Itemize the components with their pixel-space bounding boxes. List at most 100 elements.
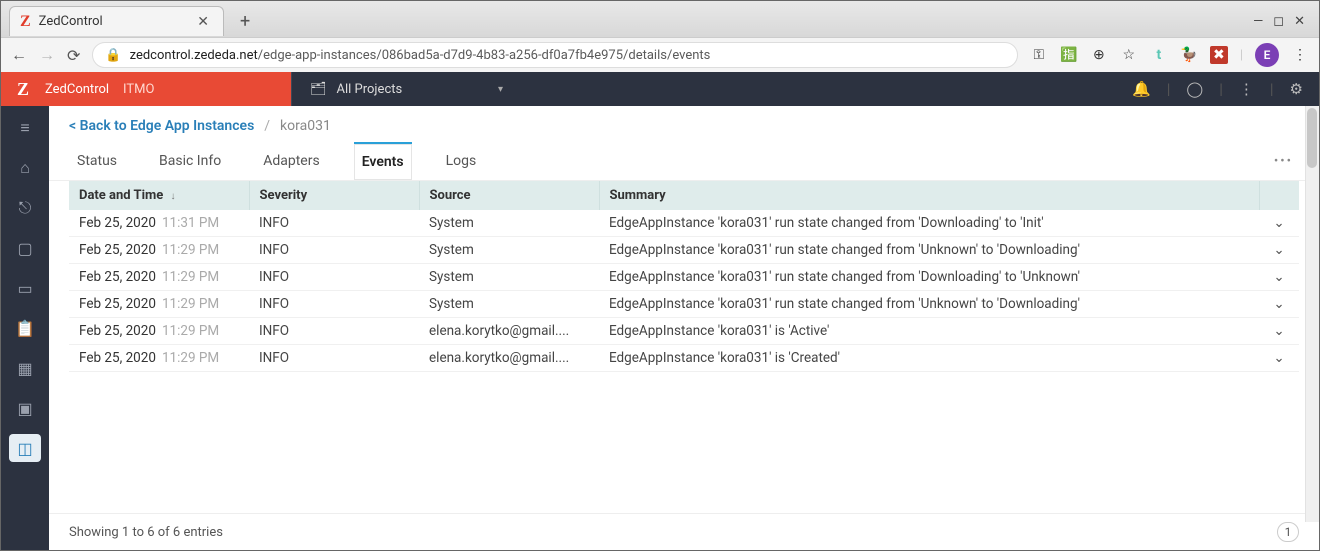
cell-datetime: Feb 25, 202011:29 PM (69, 345, 249, 372)
cell-severity: INFO (249, 264, 419, 291)
window-maximize-icon[interactable]: ◻ (1273, 14, 1284, 29)
table-row: Feb 25, 202011:29 PMINFOelena.korytko@gm… (69, 345, 1299, 372)
leftnav-item-2[interactable]: ⎋ (9, 194, 41, 222)
cell-severity: INFO (249, 318, 419, 345)
cell-severity: INFO (249, 237, 419, 264)
tab-events[interactable]: Events (354, 142, 412, 180)
table-row: Feb 25, 202011:29 PMINFOSystemEdgeAppIns… (69, 291, 1299, 318)
address-bar[interactable]: 🔒 zedcontrol.zededa.net/edge-app-instanc… (92, 42, 1017, 68)
left-nav: ≡ ⌂ ⎋ ▢ ▭ 📋 ▦ ▣ ◫ (1, 106, 49, 550)
new-tab-button[interactable]: + (234, 11, 256, 32)
nav-forward-icon[interactable]: → (39, 45, 55, 65)
col-severity[interactable]: Severity (249, 181, 419, 210)
zoom-icon[interactable]: ⊕ (1090, 46, 1108, 64)
cell-source: System (419, 264, 599, 291)
browser-tab[interactable]: Z ZedControl ✕ (9, 6, 224, 36)
scrollbar-thumb[interactable] (1307, 108, 1317, 168)
topbar-kebab-icon[interactable]: ⋮ (1239, 80, 1254, 98)
brand-logo-icon: Z (11, 79, 35, 100)
tab-logs[interactable]: Logs (438, 143, 485, 179)
breadcrumb-back-link[interactable]: < Back to Edge App Instances (69, 118, 254, 134)
leftnav-item-6[interactable]: ▦ (9, 354, 41, 382)
chevron-down-icon: ▾ (498, 84, 503, 95)
extension-duck-icon[interactable]: 🦆 (1180, 46, 1198, 64)
profile-avatar[interactable]: E (1255, 43, 1279, 67)
breadcrumb-separator: / (264, 118, 270, 134)
page-tabs: Status Basic Info Adapters Events Logs ••• (49, 142, 1319, 181)
leftnav-item-1[interactable]: ⌂ (9, 154, 41, 182)
tab-status[interactable]: Status (69, 143, 125, 179)
cell-summary: EdgeAppInstance 'kora031' is 'Created' (599, 345, 1259, 372)
more-actions-icon[interactable]: ••• (1268, 148, 1299, 175)
user-icon[interactable]: ◯ (1186, 80, 1203, 98)
cell-datetime: Feb 25, 202011:29 PM (69, 237, 249, 264)
brand-name: ZedControl (45, 82, 109, 97)
sort-indicator-icon: ↓ (171, 191, 176, 202)
events-table: Date and Time ↓ Severity Source Summary … (69, 181, 1299, 372)
cell-datetime: Feb 25, 202011:29 PM (69, 318, 249, 345)
key-icon[interactable]: ⚿ (1030, 46, 1048, 64)
breadcrumb-current: kora031 (280, 118, 331, 134)
cell-severity: INFO (249, 291, 419, 318)
browser-tab-bar: Z ZedControl ✕ + — ◻ ✕ (1, 1, 1319, 37)
expand-row-icon[interactable]: ⌄ (1273, 215, 1284, 231)
project-icon: 🗂 (310, 82, 327, 97)
extension-x-icon[interactable]: ✖ (1210, 46, 1228, 64)
col-summary[interactable]: Summary (599, 181, 1259, 210)
cell-source: elena.korytko@gmail.... (419, 318, 599, 345)
tab-basic-info[interactable]: Basic Info (151, 143, 229, 179)
tab-adapters[interactable]: Adapters (255, 143, 327, 179)
cell-source: elena.korytko@gmail.... (419, 345, 599, 372)
leftnav-item-5[interactable]: 📋 (9, 314, 41, 342)
tab-favicon: Z (20, 13, 31, 31)
lock-icon: 🔒 (105, 48, 121, 63)
breadcrumb: < Back to Edge App Instances / kora031 (49, 106, 1319, 142)
extension-t-icon[interactable]: t (1150, 46, 1168, 64)
tab-close-icon[interactable]: ✕ (193, 14, 213, 30)
scrollbar[interactable] (1305, 106, 1319, 522)
expand-row-icon[interactable]: ⌄ (1273, 296, 1284, 312)
cell-datetime: Feb 25, 202011:29 PM (69, 264, 249, 291)
translate-icon[interactable]: 🈯 (1060, 46, 1078, 64)
project-selector[interactable]: 🗂 All Projects ▾ (291, 72, 521, 106)
project-label: All Projects (337, 82, 403, 97)
col-date-time[interactable]: Date and Time ↓ (69, 181, 249, 210)
main-content: < Back to Edge App Instances / kora031 S… (49, 106, 1319, 550)
page-number[interactable]: 1 (1277, 522, 1299, 542)
col-source[interactable]: Source (419, 181, 599, 210)
bookmark-star-icon[interactable]: ☆ (1120, 46, 1138, 64)
cell-datetime: Feb 25, 202011:31 PM (69, 210, 249, 237)
nav-back-icon[interactable]: ← (11, 45, 27, 65)
table-footer: Showing 1 to 6 of 6 entries 1 (49, 513, 1319, 550)
table-row: Feb 25, 202011:29 PMINFOSystemEdgeAppIns… (69, 264, 1299, 291)
cell-summary: EdgeAppInstance 'kora031' run state chan… (599, 237, 1259, 264)
expand-row-icon[interactable]: ⌄ (1273, 323, 1284, 339)
cell-datetime: Feb 25, 202011:29 PM (69, 291, 249, 318)
expand-row-icon[interactable]: ⌄ (1273, 350, 1284, 366)
expand-row-icon[interactable]: ⌄ (1273, 269, 1284, 285)
leftnav-item-8[interactable]: ◫ (9, 434, 41, 462)
browser-menu-icon[interactable]: ⋮ (1291, 46, 1309, 64)
cell-summary: EdgeAppInstance 'kora031' is 'Active' (599, 318, 1259, 345)
org-name: ITMO (123, 82, 154, 97)
leftnav-item-7[interactable]: ▣ (9, 394, 41, 422)
leftnav-item-4[interactable]: ▭ (9, 274, 41, 302)
expand-row-icon[interactable]: ⌄ (1273, 242, 1284, 258)
leftnav-item-3[interactable]: ▢ (9, 234, 41, 262)
cell-summary: EdgeAppInstance 'kora031' run state chan… (599, 210, 1259, 237)
notifications-bell-icon[interactable]: 🔔 (1132, 80, 1151, 98)
leftnav-item-0[interactable]: ≡ (9, 114, 41, 142)
settings-gear-icon[interactable]: ⚙ (1290, 80, 1303, 98)
nav-reload-icon[interactable]: ⟳ (67, 46, 80, 65)
table-row: Feb 25, 202011:29 PMINFOSystemEdgeAppIns… (69, 237, 1299, 264)
table-row: Feb 25, 202011:31 PMINFOSystemEdgeAppIns… (69, 210, 1299, 237)
window-minimize-icon[interactable]: — (1253, 14, 1263, 29)
col-expand (1259, 181, 1299, 210)
browser-toolbar: ← → ⟳ 🔒 zedcontrol.zededa.net/edge-app-i… (1, 37, 1319, 73)
brand-box[interactable]: Z ZedControl ITMO (1, 72, 291, 106)
table-row: Feb 25, 202011:29 PMINFOelena.korytko@gm… (69, 318, 1299, 345)
tab-title: ZedControl (39, 14, 194, 29)
app-topbar: Z ZedControl ITMO 🗂 All Projects ▾ 🔔 | ◯… (1, 72, 1319, 106)
window-close-icon[interactable]: ✕ (1294, 14, 1305, 29)
cell-summary: EdgeAppInstance 'kora031' run state chan… (599, 291, 1259, 318)
